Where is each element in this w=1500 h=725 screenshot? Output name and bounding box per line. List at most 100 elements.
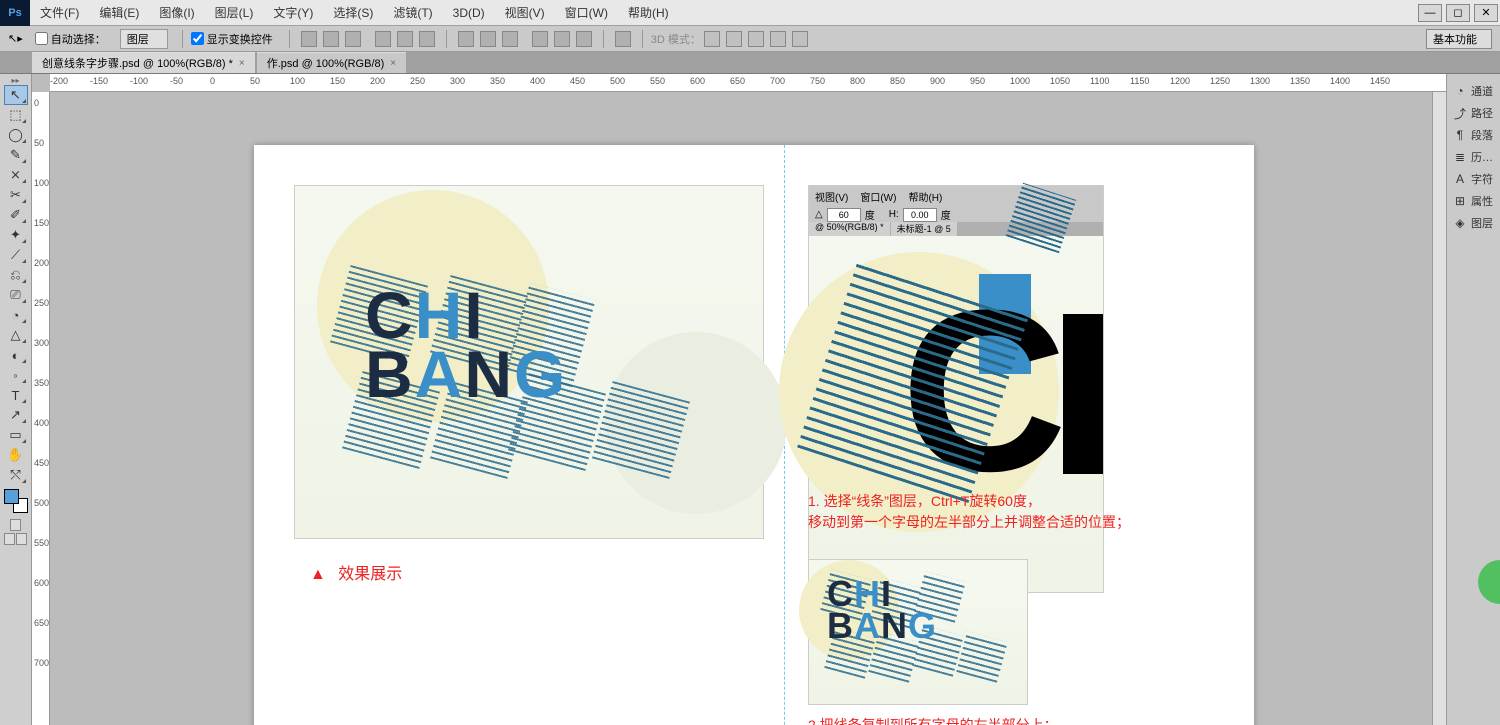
move-tool[interactable]: ↖ bbox=[4, 85, 28, 105]
mask-mode bbox=[0, 519, 31, 531]
align-icon[interactable] bbox=[301, 31, 317, 47]
menu-filter[interactable]: 滤镜(T) bbox=[383, 0, 442, 26]
standard-mode[interactable] bbox=[10, 519, 21, 531]
menu-file[interactable]: 文件(F) bbox=[30, 0, 89, 26]
scrollbar-vertical[interactable] bbox=[1432, 92, 1446, 725]
menu-select[interactable]: 选择(S) bbox=[323, 0, 383, 26]
menu-help[interactable]: 帮助(H) bbox=[618, 0, 679, 26]
minimize-button[interactable]: — bbox=[1418, 4, 1442, 22]
lasso-tool[interactable]: ◯ bbox=[4, 125, 28, 145]
3d-icon[interactable] bbox=[704, 31, 720, 47]
dock-history[interactable]: ≣历… bbox=[1447, 146, 1500, 168]
tab-close-icon[interactable]: × bbox=[239, 58, 245, 69]
show-transform-label: 显示变换控件 bbox=[207, 31, 273, 47]
triangle-icon: ▲ bbox=[310, 566, 326, 583]
h-label: H: bbox=[889, 209, 899, 220]
fg-color[interactable] bbox=[4, 489, 19, 504]
dock-properties[interactable]: ⊞属性 bbox=[1447, 190, 1500, 212]
artboard: CHI BANG ▲ 效果展示 视图(V) 窗口(W) 帮助(H) bbox=[254, 145, 1254, 725]
blur-tool[interactable]: △ bbox=[4, 325, 28, 345]
tab-close-icon[interactable]: × bbox=[390, 58, 396, 69]
mini-tab[interactable]: @ 50%(RGB/8) * bbox=[809, 222, 890, 236]
menu-view[interactable]: 视图(V) bbox=[495, 0, 555, 26]
separator bbox=[603, 30, 604, 48]
menubar: Ps 文件(F) 编辑(E) 图像(I) 图层(L) 文字(Y) 选择(S) 滤… bbox=[0, 0, 1500, 26]
healing-tool[interactable]: ✐ bbox=[4, 205, 28, 225]
document-tab[interactable]: 作.psd @ 100%(RGB/8) × bbox=[257, 52, 406, 73]
distribute-icon[interactable] bbox=[615, 31, 631, 47]
show-transform-checkbox[interactable]: 显示变换控件 bbox=[191, 31, 273, 47]
dock-character[interactable]: A字符 bbox=[1447, 168, 1500, 190]
shape-tool[interactable]: ▭ bbox=[4, 425, 28, 445]
type-tool[interactable]: T bbox=[4, 385, 28, 405]
align-icon[interactable] bbox=[345, 31, 361, 47]
angle-input[interactable] bbox=[827, 208, 861, 222]
3d-icon[interactable] bbox=[770, 31, 786, 47]
distribute-icon[interactable] bbox=[480, 31, 496, 47]
menu-window[interactable]: 窗口(W) bbox=[555, 0, 618, 26]
workspace-selector[interactable]: 基本功能 bbox=[1426, 29, 1492, 49]
menu-image[interactable]: 图像(I) bbox=[149, 0, 204, 26]
properties-icon: ⊞ bbox=[1453, 194, 1467, 208]
quick-select-tool[interactable]: ✎ bbox=[4, 145, 28, 165]
history-icon: ≣ bbox=[1453, 150, 1467, 164]
distribute-icon[interactable] bbox=[458, 31, 474, 47]
align-icon[interactable] bbox=[323, 31, 339, 47]
angle-icon: △ bbox=[815, 209, 823, 220]
align-icon[interactable] bbox=[375, 31, 391, 47]
screen-mode-btn[interactable] bbox=[16, 533, 27, 545]
distribute-icon[interactable] bbox=[554, 31, 570, 47]
canvas[interactable]: CHI BANG ▲ 效果展示 视图(V) 窗口(W) 帮助(H) bbox=[50, 92, 1432, 725]
eraser-tool[interactable]: ⎚ bbox=[4, 285, 28, 305]
3d-icon[interactable] bbox=[748, 31, 764, 47]
options-bar: ↖▸ 自动选择： 图层 显示变换控件 3D 模式： 基本功能 bbox=[0, 26, 1500, 52]
dock-channels[interactable]: ◔通道 bbox=[1447, 80, 1500, 102]
maximize-button[interactable]: ◻ bbox=[1446, 4, 1470, 22]
mini-tab[interactable]: 未标题-1 @ 5 bbox=[891, 222, 957, 236]
mini-menu-view[interactable]: 视图(V) bbox=[815, 189, 848, 204]
3d-icon[interactable] bbox=[792, 31, 808, 47]
step-1-text: 1. 选择“线条”图层，Ctrl+T旋转60度， 移动到第一个字母的左半部分上并… bbox=[808, 491, 1228, 533]
document-tab[interactable]: 创意线条字步骤.psd @ 100%(RGB/8) * × bbox=[32, 52, 255, 73]
pen-tool[interactable]: ◦ bbox=[4, 365, 28, 385]
dodge-tool[interactable]: ◐ bbox=[4, 345, 28, 365]
example-caption: ▲ 效果展示 bbox=[310, 560, 402, 584]
close-button[interactable]: ✕ bbox=[1474, 4, 1498, 22]
separator bbox=[446, 30, 447, 48]
brush-tool[interactable]: ✦ bbox=[4, 225, 28, 245]
zoom-tool[interactable]: ⤲ bbox=[4, 465, 28, 485]
menu-text[interactable]: 文字(Y) bbox=[263, 0, 323, 26]
separator bbox=[642, 30, 643, 48]
3d-icon[interactable] bbox=[726, 31, 742, 47]
eyedropper-tool[interactable]: ✂ bbox=[4, 185, 28, 205]
distribute-icon[interactable] bbox=[532, 31, 548, 47]
crop-tool[interactable]: ⨯ bbox=[4, 165, 28, 185]
hand-tool[interactable]: ✋ bbox=[4, 445, 28, 465]
move-tool-icon[interactable]: ↖▸ bbox=[8, 32, 23, 45]
menu-edit[interactable]: 编辑(E) bbox=[89, 0, 149, 26]
dock-paths[interactable]: ⤴路径 bbox=[1447, 102, 1500, 124]
menu-layer[interactable]: 图层(L) bbox=[205, 0, 264, 26]
color-swatches[interactable] bbox=[4, 489, 28, 513]
dock-paragraph[interactable]: ¶段落 bbox=[1447, 124, 1500, 146]
gradient-tool[interactable]: ◔ bbox=[4, 305, 28, 325]
auto-select-checkbox[interactable]: 自动选择： bbox=[35, 31, 106, 47]
align-icon[interactable] bbox=[397, 31, 413, 47]
dock-layers[interactable]: ◈图层 bbox=[1447, 212, 1500, 234]
caption-text: 效果展示 bbox=[338, 566, 402, 583]
align-icon[interactable] bbox=[419, 31, 435, 47]
distribute-icon[interactable] bbox=[576, 31, 592, 47]
stamp-tool[interactable]: ⟋ bbox=[4, 245, 28, 265]
menu-3d[interactable]: 3D(D) bbox=[443, 0, 495, 26]
menu-items: 文件(F) 编辑(E) 图像(I) 图层(L) 文字(Y) 选择(S) 滤镜(T… bbox=[30, 0, 679, 26]
auto-select-target[interactable]: 图层 bbox=[120, 29, 168, 49]
path-select-tool[interactable]: ↗ bbox=[4, 405, 28, 425]
distribute-icon[interactable] bbox=[502, 31, 518, 47]
history-brush-tool[interactable]: ⎌ bbox=[4, 265, 28, 285]
h-input[interactable] bbox=[903, 208, 937, 222]
mini-menu-help[interactable]: 帮助(H) bbox=[908, 189, 942, 204]
screen-mode-btn[interactable] bbox=[4, 533, 15, 545]
mini-menu-window[interactable]: 窗口(W) bbox=[860, 189, 896, 204]
marquee-tool[interactable]: ⬚ bbox=[4, 105, 28, 125]
auto-select-label: 自动选择： bbox=[51, 31, 106, 47]
